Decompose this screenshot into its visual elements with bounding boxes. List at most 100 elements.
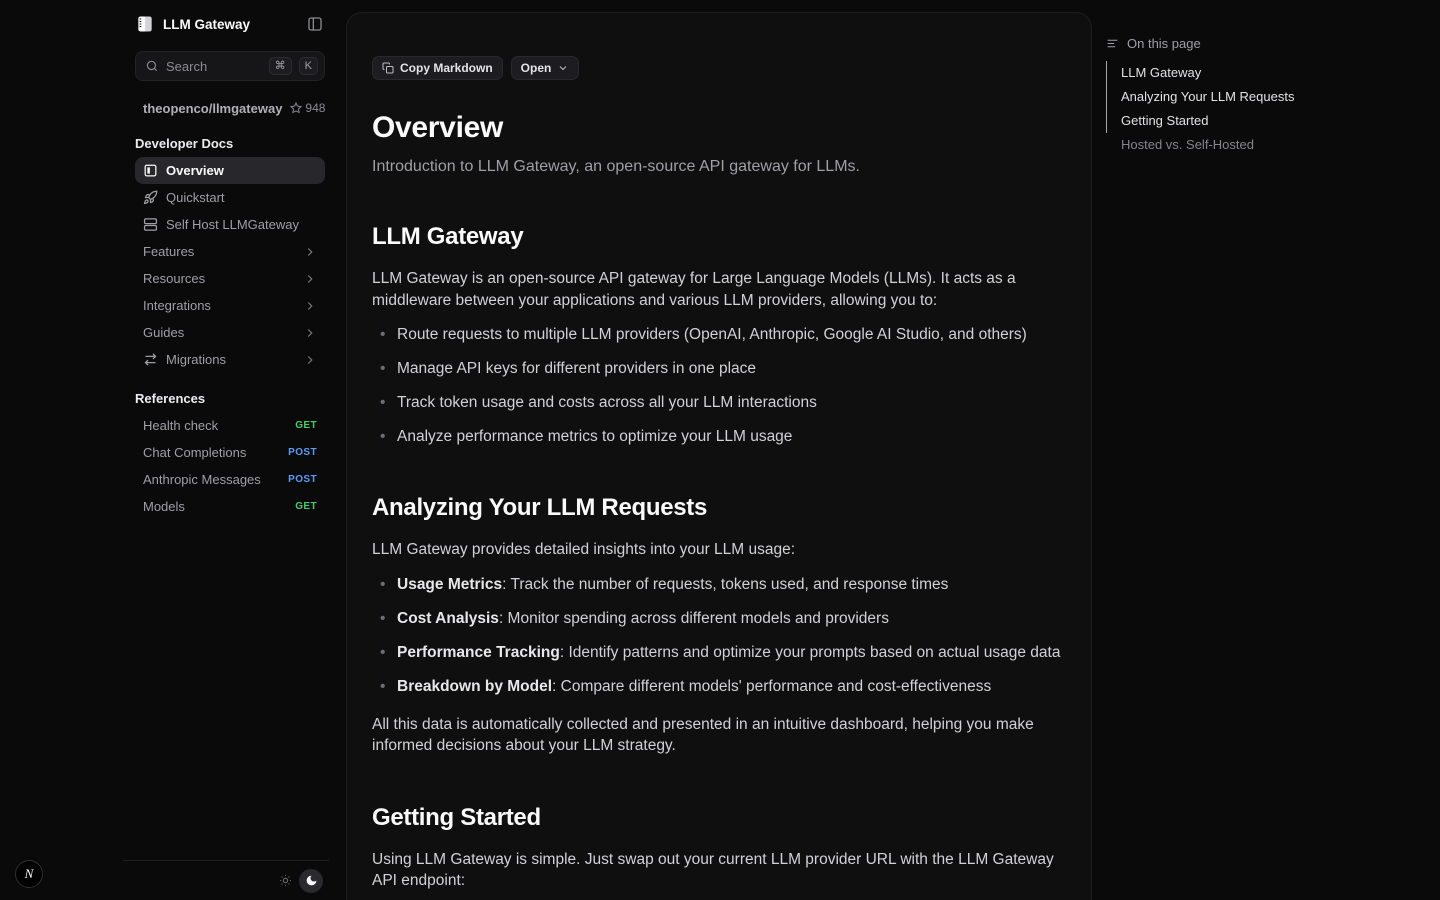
sidebar-item-label: Guides [143, 325, 295, 340]
paragraph: All this data is automatically collected… [372, 714, 1063, 757]
sidebar-item-label: Chat Completions [143, 445, 288, 460]
toc-label: On this page [1127, 36, 1201, 51]
paragraph: LLM Gateway is an open-source API gatewa… [372, 268, 1063, 311]
list-item: Performance Tracking: Identify patterns … [372, 642, 1063, 663]
toc-item-llm-gateway[interactable]: LLM Gateway [1106, 61, 1356, 85]
server-icon [143, 217, 158, 232]
chevron-right-icon [303, 245, 317, 259]
open-dropdown-button[interactable]: Open [511, 56, 580, 80]
chevron-right-icon [303, 326, 317, 340]
bullet-text: : Track the number of requests, tokens u… [502, 576, 948, 593]
page-toolbar: Copy Markdown Open [372, 56, 1063, 80]
search-placeholder: Search [166, 59, 262, 74]
bullet-label: Performance Tracking [397, 644, 560, 661]
sidebar-item-migrations[interactable]: Migrations [135, 346, 325, 373]
main-content-card: Copy Markdown Open Overview Introduction… [346, 12, 1092, 900]
arrows-right-left-icon [143, 352, 158, 367]
app-title: LLM Gateway [163, 17, 297, 32]
section-heading-llm-gateway: LLM Gateway [372, 223, 1063, 251]
sidebar-item-quickstart[interactable]: Quickstart [135, 184, 325, 211]
sidebar-header: LLM Gateway [135, 10, 325, 38]
sidebar-item-label: Anthropic Messages [143, 472, 288, 487]
list-item: Cost Analysis: Monitor spending across d… [372, 608, 1063, 629]
bullet-list: Usage Metrics: Track the number of reque… [372, 574, 1063, 697]
bullet-text: : Identify patterns and optimize your pr… [560, 644, 1061, 661]
search-input[interactable]: Search ⌘ K [135, 51, 325, 81]
list-item: Route requests to multiple LLM providers… [372, 324, 1063, 345]
bullet-text: : Compare different models' performance … [552, 678, 991, 695]
list-item: Manage API keys for different providers … [372, 358, 1063, 379]
section-label-references: References [135, 391, 325, 406]
sidebar-item-health-check[interactable]: Health check GET [135, 412, 325, 439]
github-repo-link[interactable]: theopenco/llmgateway 948 [135, 98, 325, 118]
bullet-text: : Monitor spending across different mode… [499, 610, 889, 627]
panel-left-icon [307, 16, 323, 32]
page-subtitle: Introduction to LLM Gateway, an open-sou… [372, 158, 1063, 176]
sidebar-item-models[interactable]: Models GET [135, 493, 325, 520]
theme-toggle [273, 869, 323, 893]
star-icon [290, 102, 302, 114]
sidebar: LLM Gateway Search ⌘ K theopenco/llmgate… [123, 0, 329, 900]
sidebar-item-self-host[interactable]: Self Host LLMGateway [135, 211, 325, 238]
paragraph: LLM Gateway provides detailed insights i… [372, 539, 1063, 561]
chevron-right-icon [303, 299, 317, 313]
bullet-label: Cost Analysis [397, 610, 499, 627]
repo-name: theopenco/llmgateway [143, 101, 282, 116]
sun-icon [279, 874, 292, 887]
sidebar-item-label: Migrations [166, 352, 295, 367]
toc-header: On this page [1106, 36, 1356, 51]
bullet-label: Breakdown by Model [397, 678, 552, 695]
sidebar-item-guides[interactable]: Guides [135, 319, 325, 346]
list-item: Track token usage and costs across all y… [372, 392, 1063, 413]
llm-gateway-logo-icon [135, 14, 155, 34]
bullet-list: Route requests to multiple LLM providers… [372, 324, 1063, 447]
bullet-label: Usage Metrics [397, 576, 502, 593]
sidebar-item-label: Self Host LLMGateway [166, 217, 317, 232]
book-icon [143, 163, 158, 178]
sidebar-item-overview[interactable]: Overview [135, 157, 325, 184]
method-badge: GET [295, 501, 317, 512]
sidebar-item-label: Quickstart [166, 190, 317, 205]
sidebar-item-chat-completions[interactable]: Chat Completions POST [135, 439, 325, 466]
align-left-icon [1106, 37, 1119, 50]
sidebar-item-label: Models [143, 499, 295, 514]
sidebar-item-label: Resources [143, 271, 295, 286]
sidebar-item-label: Overview [166, 163, 317, 178]
nextjs-dev-badge[interactable]: N [15, 860, 43, 888]
toc-item-hosted-vs-self-hosted[interactable]: Hosted vs. Self-Hosted [1106, 133, 1356, 157]
section-heading-analyzing: Analyzing Your LLM Requests [372, 494, 1063, 522]
kbd-k: K [299, 57, 318, 75]
method-badge: GET [295, 420, 317, 431]
method-badge: POST [288, 474, 317, 485]
copy-markdown-label: Copy Markdown [400, 61, 493, 75]
sidebar-item-label: Features [143, 244, 295, 259]
list-item: Analyze performance metrics to optimize … [372, 426, 1063, 447]
toc-item-getting-started[interactable]: Getting Started [1106, 109, 1356, 133]
table-of-contents: On this page LLM Gateway Analyzing Your … [1106, 36, 1356, 157]
kbd-cmd: ⌘ [269, 57, 292, 75]
sidebar-item-resources[interactable]: Resources [135, 265, 325, 292]
light-theme-button[interactable] [273, 869, 297, 893]
sidebar-footer [123, 860, 329, 900]
toc-item-analyzing[interactable]: Analyzing Your LLM Requests [1106, 85, 1356, 109]
method-badge: POST [288, 447, 317, 458]
list-item: Breakdown by Model: Compare different mo… [372, 676, 1063, 697]
sidebar-item-integrations[interactable]: Integrations [135, 292, 325, 319]
dark-theme-button[interactable] [299, 869, 323, 893]
section-label-developer-docs: Developer Docs [135, 136, 325, 151]
chevron-right-icon [303, 353, 317, 367]
sidebar-item-features[interactable]: Features [135, 238, 325, 265]
sidebar-collapse-button[interactable] [305, 14, 325, 34]
star-count: 948 [305, 101, 325, 115]
chevron-right-icon [303, 272, 317, 286]
page-title: Overview [372, 111, 1063, 145]
moon-icon [305, 874, 318, 887]
section-heading-getting-started: Getting Started [372, 804, 1063, 832]
sidebar-item-label: Integrations [143, 298, 295, 313]
copy-markdown-button[interactable]: Copy Markdown [372, 56, 503, 80]
search-icon [145, 59, 159, 73]
list-item: Usage Metrics: Track the number of reque… [372, 574, 1063, 595]
sidebar-item-anthropic-messages[interactable]: Anthropic Messages POST [135, 466, 325, 493]
rocket-icon [143, 190, 158, 205]
toc-items: LLM Gateway Analyzing Your LLM Requests … [1106, 61, 1356, 157]
